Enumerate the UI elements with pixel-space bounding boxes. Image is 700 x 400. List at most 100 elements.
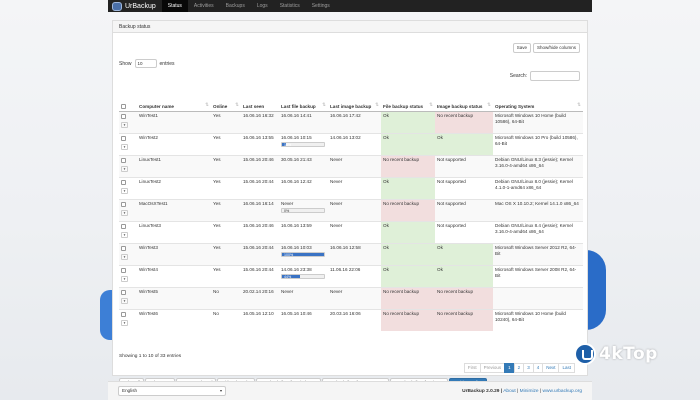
brand-name: UrBackup	[125, 2, 156, 10]
sort-icon: ⇅	[205, 101, 209, 107]
last-file-backup-cell: Never	[279, 286, 328, 309]
select-all-checkbox[interactable]	[121, 103, 126, 109]
last-file-backup-cell: 16.05.16 10:46	[279, 308, 328, 331]
nav-logs[interactable]: Logs	[251, 0, 274, 12]
nav-settings[interactable]: Settings	[306, 0, 336, 12]
language-select[interactable]: English ▾	[118, 386, 226, 396]
minimize-link[interactable]: Minimize	[520, 389, 539, 394]
website-link[interactable]: www.urbackup.org	[543, 389, 582, 394]
table-row[interactable]: ▾ WinTest4 Yes 15.06.16 20:44 14.06.16 23:38…	[119, 264, 583, 287]
row-select-cell[interactable]: ▾	[119, 264, 137, 287]
save-button[interactable]: Save	[512, 43, 531, 53]
row-select-cell[interactable]: ▾	[119, 286, 137, 309]
file-backup-status-cell: Ok	[381, 132, 435, 155]
row-actions-caret-icon[interactable]: ▾	[121, 231, 128, 238]
header-last-file-backup[interactable]: Last file backup ⇅	[279, 89, 328, 112]
nav-status[interactable]: Status	[161, 0, 188, 12]
image-backup-status-cell: No recent backup	[435, 286, 493, 309]
header-file-backup-status[interactable]: File backup status ⇅	[381, 89, 435, 112]
row-checkbox[interactable]	[121, 135, 126, 141]
last-file-backup-value: 16.06.16 12:42	[281, 178, 312, 184]
row-select-cell[interactable]: ▾	[119, 220, 137, 243]
nav-activities[interactable]: Activities	[188, 0, 220, 12]
header-select-all[interactable]	[119, 89, 137, 112]
row-checkbox[interactable]	[121, 201, 126, 207]
page-last[interactable]: Last	[558, 363, 575, 373]
sort-icon: ⇅	[235, 101, 239, 107]
table-row[interactable]: ▾ MacOsXTest1 Yes 16.06.16 16:14 Never 0% Neve…	[119, 198, 583, 221]
row-checkbox[interactable]	[121, 179, 126, 185]
show-hide-columns-button[interactable]: Show/hide columns	[532, 43, 580, 53]
entries-select[interactable]: 10	[134, 59, 157, 68]
row-actions-caret-icon[interactable]: ▾	[121, 253, 128, 260]
table-row[interactable]: ▾ LinuxTest3 Yes 15.06.16 20:46 16.06.16 13:…	[119, 220, 583, 243]
row-actions-caret-icon[interactable]: ▾	[121, 297, 128, 304]
backup-progress-bar: 44%	[281, 273, 325, 279]
table-row[interactable]: ▾ WinTest1 Yes 16.06.16 16:32 16.06.16 14:41…	[119, 110, 583, 133]
row-actions-caret-icon[interactable]: ▾	[121, 165, 128, 172]
version-text: UrBackup 2.0.29 |	[462, 388, 503, 394]
row-select-cell[interactable]: ▾	[119, 242, 137, 265]
row-select-cell[interactable]: ▾	[119, 176, 137, 199]
table-header-row: Computer name ⇅ Online ⇅ Last seen Last fi…	[119, 89, 583, 112]
nav-statistics[interactable]: Statistics	[274, 0, 306, 12]
computer-name-cell: LinuxTest2	[137, 176, 211, 199]
last-file-backup-cell: 30.05.16 21:43	[279, 154, 328, 177]
row-actions-caret-icon[interactable]: ▾	[121, 275, 128, 282]
last-file-backup-cell: Never 0%	[279, 198, 328, 221]
row-select-cell[interactable]: ▾	[119, 110, 137, 133]
table-row[interactable]: ▾ WinTest2 Yes 16.06.16 13:55 16.06.16 10:15…	[119, 132, 583, 155]
row-checkbox[interactable]	[121, 223, 126, 229]
last-file-backup-value: 16.06.16 10:15	[281, 134, 312, 140]
brand[interactable]: UrBackup	[108, 0, 162, 12]
row-checkbox[interactable]	[121, 289, 126, 295]
row-checkbox[interactable]	[121, 113, 126, 119]
last-file-backup-value: 16.06.16 13:59	[281, 222, 312, 228]
search-input[interactable]	[530, 71, 580, 81]
row-checkbox[interactable]	[121, 311, 126, 317]
row-select-cell[interactable]: ▾	[119, 154, 137, 177]
header-image-backup-status[interactable]: Image backup status ⇅	[435, 89, 493, 112]
row-select-cell[interactable]: ▾	[119, 308, 137, 331]
computer-name-cell: WinTest3	[137, 242, 211, 265]
page-next[interactable]: Next	[542, 363, 560, 373]
last-seen-cell: 16.06.16 13:55	[241, 132, 279, 155]
entries-length: Show 10 entries	[119, 59, 175, 68]
nav-backups[interactable]: Backups	[220, 0, 251, 12]
footer-links: UrBackup 2.0.29 | About | Minimize | www…	[462, 388, 582, 394]
row-actions-caret-icon[interactable]: ▾	[121, 209, 128, 216]
about-link[interactable]: About	[503, 389, 516, 394]
row-actions-caret-icon[interactable]: ▾	[121, 187, 128, 194]
row-actions-caret-icon[interactable]: ▾	[121, 143, 128, 150]
file-backup-status-cell: Ok	[381, 220, 435, 243]
header-computer-name[interactable]: Computer name ⇅	[137, 89, 211, 112]
last-file-backup-cell: 14.06.16 23:38 44%	[279, 264, 328, 287]
row-checkbox[interactable]	[121, 157, 126, 163]
header-last-seen[interactable]: Last seen	[241, 89, 279, 112]
table-row[interactable]: ▾ WinTest5 No 20.02.14 20:16 Never Never No re…	[119, 286, 583, 309]
table-row[interactable]: ▾ WinTest3 Yes 15.06.16 20:44 16.06.16 10:03…	[119, 242, 583, 265]
image-backup-status-cell: Ok	[435, 242, 493, 265]
image-backup-status-cell: Ok	[435, 132, 493, 155]
search-row: Search:	[510, 71, 580, 81]
row-checkbox[interactable]	[121, 267, 126, 273]
last-seen-cell: 15.06.16 20:44	[241, 264, 279, 287]
row-actions-caret-icon[interactable]: ▾	[121, 319, 128, 326]
operating-system-cell	[493, 286, 583, 309]
row-checkbox[interactable]	[121, 245, 126, 251]
row-select-cell[interactable]: ▾	[119, 198, 137, 221]
header-last-image-backup[interactable]: Last image backup ⇅	[328, 89, 381, 112]
last-image-backup-cell: 11.06.16 22:06	[328, 264, 381, 287]
table-row[interactable]: ▾ LinuxTest2 Yes 15.06.16 20:44 16.06.16 12:…	[119, 176, 583, 199]
page-previous[interactable]: Previous	[479, 363, 506, 373]
table-row[interactable]: ▾ LinuxTest1 Yes 15.06.16 20:46 30.05.16 21:…	[119, 154, 583, 177]
page-first[interactable]: First	[463, 363, 481, 373]
table-row[interactable]: ▾ WinTest6 No 16.05.16 12:10 16.05.16 10:46 2…	[119, 308, 583, 331]
entries-label: entries	[159, 60, 175, 67]
row-select-cell[interactable]: ▾	[119, 132, 137, 155]
sort-icon: ⇅	[322, 101, 326, 107]
header-operating-system[interactable]: Operating System ⇅	[493, 89, 583, 112]
last-image-backup-cell: Never	[328, 176, 381, 199]
header-online[interactable]: Online ⇅	[211, 89, 241, 112]
row-actions-caret-icon[interactable]: ▾	[121, 121, 128, 128]
